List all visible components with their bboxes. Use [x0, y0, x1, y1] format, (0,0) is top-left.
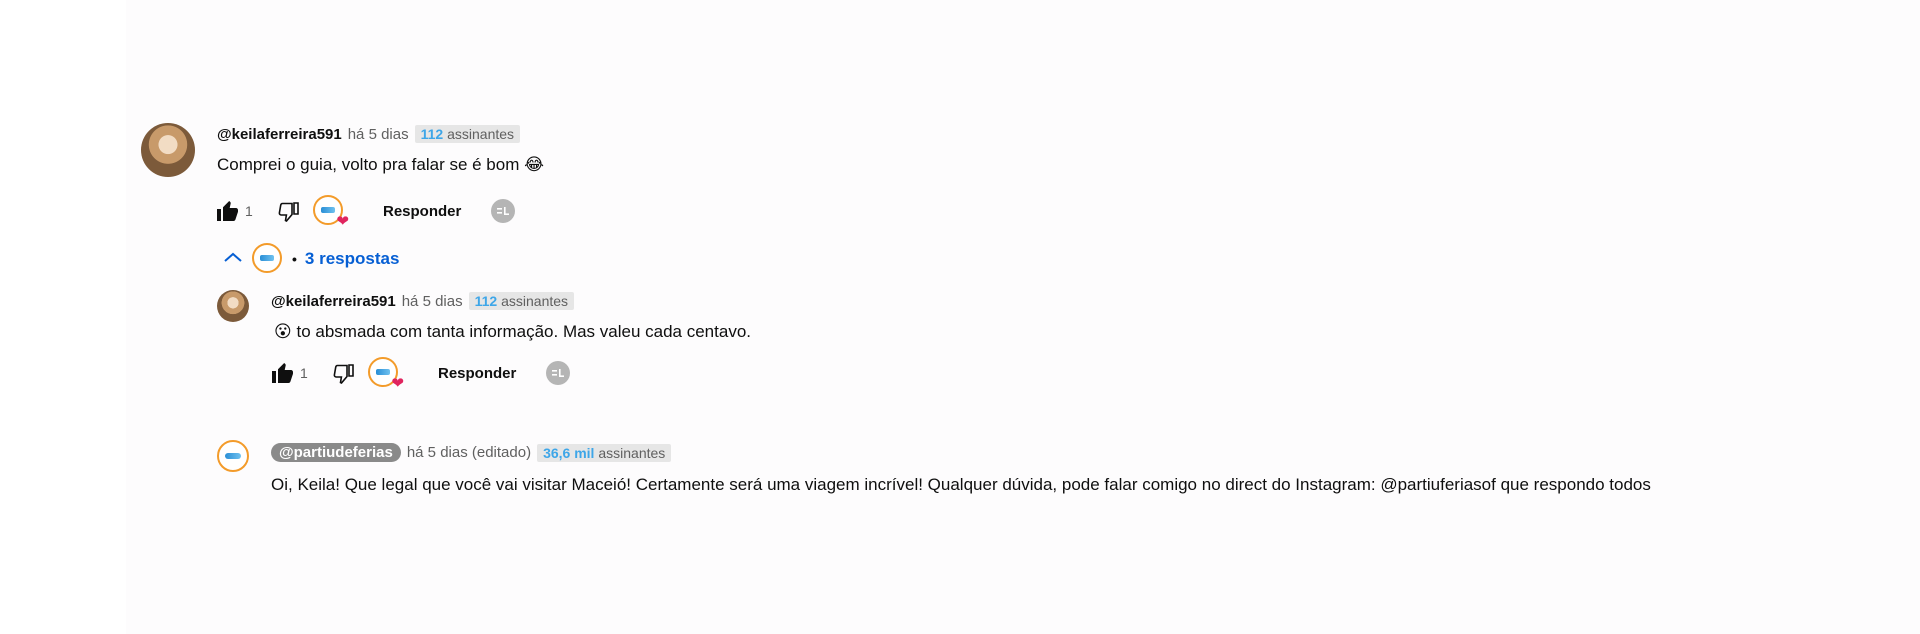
reply-header: @partiudeferias há 5 dias (editado) 36,6…	[271, 443, 672, 462]
avatar[interactable]	[141, 123, 195, 177]
subscriber-badge: 36,6 mil assinantes	[537, 443, 672, 462]
eq-badge-icon[interactable]	[491, 199, 516, 223]
creator-heart: ❤	[368, 357, 404, 391]
subscriber-badge: 112 assinantes	[468, 292, 575, 310]
creator-heart: ❤	[313, 195, 349, 229]
reply-actions: 1 ❤ Responder	[268, 357, 571, 391]
author-name[interactable]: @keilaferreira591	[217, 126, 342, 143]
creator-avatar-small	[252, 243, 284, 275]
thumb-down-icon[interactable]	[275, 197, 303, 225]
comments-panel	[126, 0, 1920, 634]
subscriber-count: 112	[474, 293, 498, 309]
surprised-emoji: 😮	[274, 322, 292, 341]
eq-badge-icon[interactable]	[546, 361, 571, 385]
subscriber-count: 36,6 mil	[543, 444, 595, 461]
replies-toggle[interactable]: • 3 respostas	[222, 243, 399, 275]
reply-text: 😮 to absmada com tanta informação. Mas v…	[274, 322, 751, 342]
thumb-up-icon[interactable]	[268, 359, 296, 387]
reply-text: Oi, Keila! Que legal que você vai visita…	[271, 475, 1651, 494]
author-name[interactable]: @partiudeferias	[271, 443, 401, 462]
comment-header: @keilaferreira591 há 5 dias 112 assinant…	[217, 125, 521, 143]
subscriber-label: assinantes	[598, 444, 666, 461]
bullet: •	[292, 251, 297, 267]
author-name[interactable]: @keilaferreira591	[271, 293, 396, 310]
timestamp[interactable]: há 5 dias	[402, 293, 463, 310]
timestamp[interactable]: há 5 dias	[348, 126, 409, 143]
timestamp[interactable]: há 5 dias (editado)	[407, 444, 531, 461]
creator-avatar[interactable]	[217, 440, 249, 472]
subscriber-label: assinantes	[501, 293, 569, 309]
thumb-down-icon[interactable]	[330, 359, 358, 387]
reply-button[interactable]: Responder	[438, 365, 516, 382]
reply-header: @keilaferreira591 há 5 dias 112 assinant…	[271, 292, 575, 310]
thumb-up-icon[interactable]	[213, 197, 241, 225]
avatar[interactable]	[217, 290, 249, 322]
like-count: 1	[245, 203, 253, 219]
replies-count[interactable]: 3 respostas	[305, 249, 400, 269]
subscriber-count: 112	[420, 126, 444, 142]
subscriber-badge: 112 assinantes	[414, 125, 521, 143]
laughing-emoji: 😂	[524, 155, 544, 174]
reply-button[interactable]: Responder	[383, 203, 461, 220]
subscriber-label: assinantes	[447, 126, 515, 142]
comment-body: Comprei o guia, volto pra falar se é bom	[217, 155, 520, 174]
like-count: 1	[300, 365, 308, 381]
heart-icon: ❤	[391, 375, 404, 392]
comment-text: Comprei o guia, volto pra falar se é bom…	[217, 155, 544, 175]
chevron-up-icon[interactable]	[222, 250, 244, 269]
comment-actions: 1 ❤ Responder	[213, 195, 516, 229]
heart-icon: ❤	[336, 213, 349, 230]
reply-body: to absmada com tanta informação. Mas val…	[296, 322, 751, 341]
